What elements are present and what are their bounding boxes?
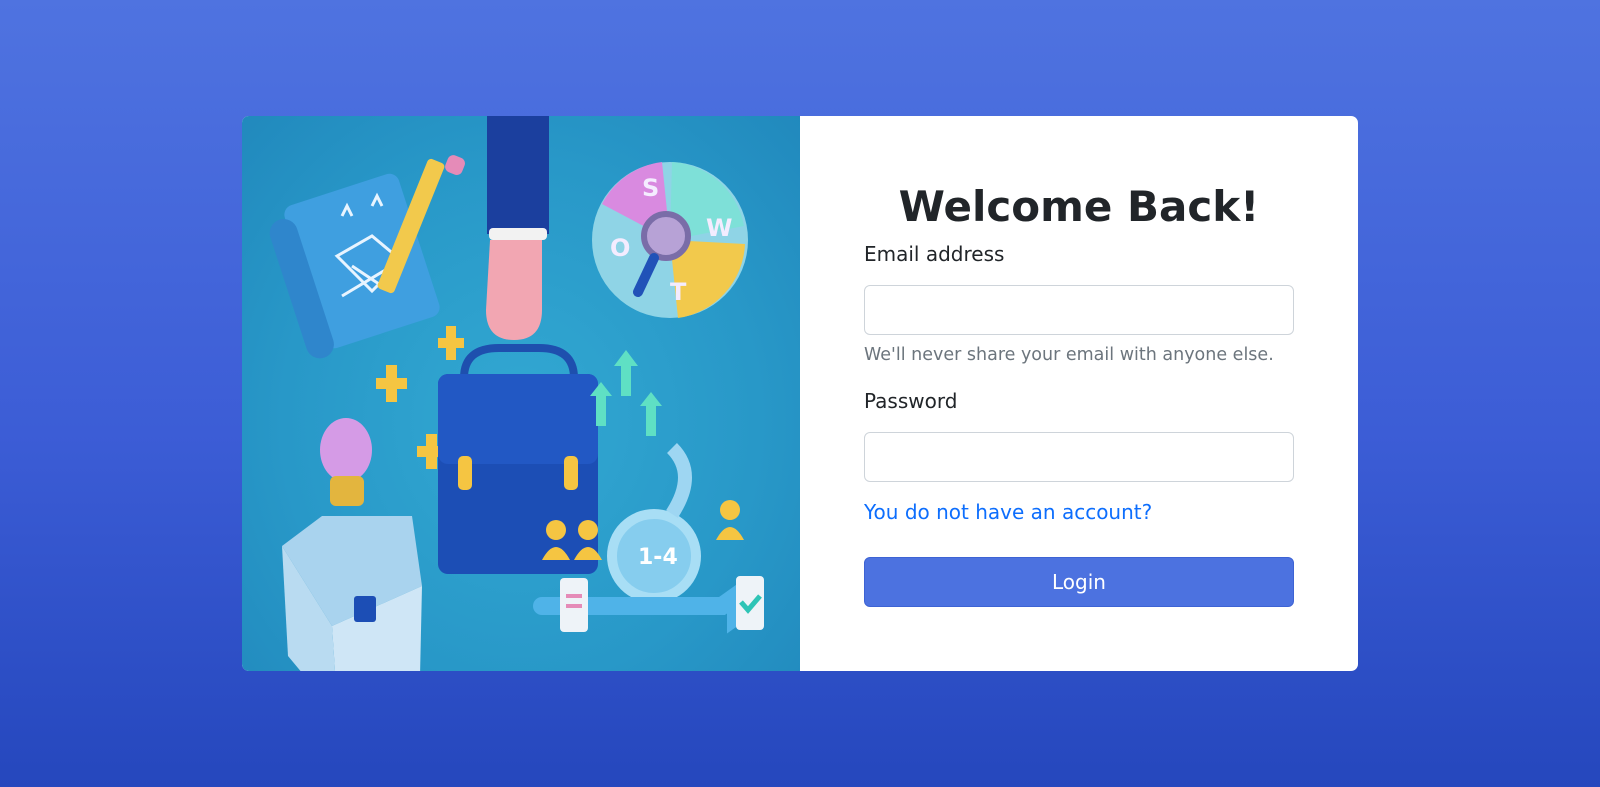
business-illustration: S W O T 1-4 [242, 116, 800, 671]
swot-letter-w: W [706, 214, 732, 242]
sleeve [487, 116, 549, 234]
password-field[interactable] [864, 432, 1294, 482]
lightbulb-box-icon [282, 418, 422, 671]
password-label: Password [864, 389, 958, 413]
loop-label: 1-4 [638, 545, 678, 570]
hand [486, 240, 542, 340]
email-label: Email address [864, 242, 1005, 266]
swot-letter-s: S [642, 174, 659, 202]
growth-arrows-icon [590, 350, 662, 436]
swot-letter-o: O [610, 234, 630, 262]
email-field[interactable] [864, 285, 1294, 335]
login-button[interactable]: Login [864, 557, 1294, 607]
page-title: Welcome Back! [898, 182, 1260, 231]
illustration-graphic: S W O T 1-4 [269, 116, 764, 671]
cycle-loop-icon: 1-4 [607, 443, 701, 603]
briefcase-icon [438, 344, 598, 574]
login-form: Welcome Back! Email address We'll never … [800, 116, 1358, 671]
swot-letter-t: T [670, 278, 687, 306]
login-card: S W O T 1-4 Welcome Back! Email address … [242, 116, 1358, 671]
email-help-text: We'll never share your email with anyone… [864, 345, 1274, 365]
swot-wheel-icon: S W O T [592, 162, 748, 318]
register-link[interactable]: You do not have an account? [864, 500, 1152, 524]
